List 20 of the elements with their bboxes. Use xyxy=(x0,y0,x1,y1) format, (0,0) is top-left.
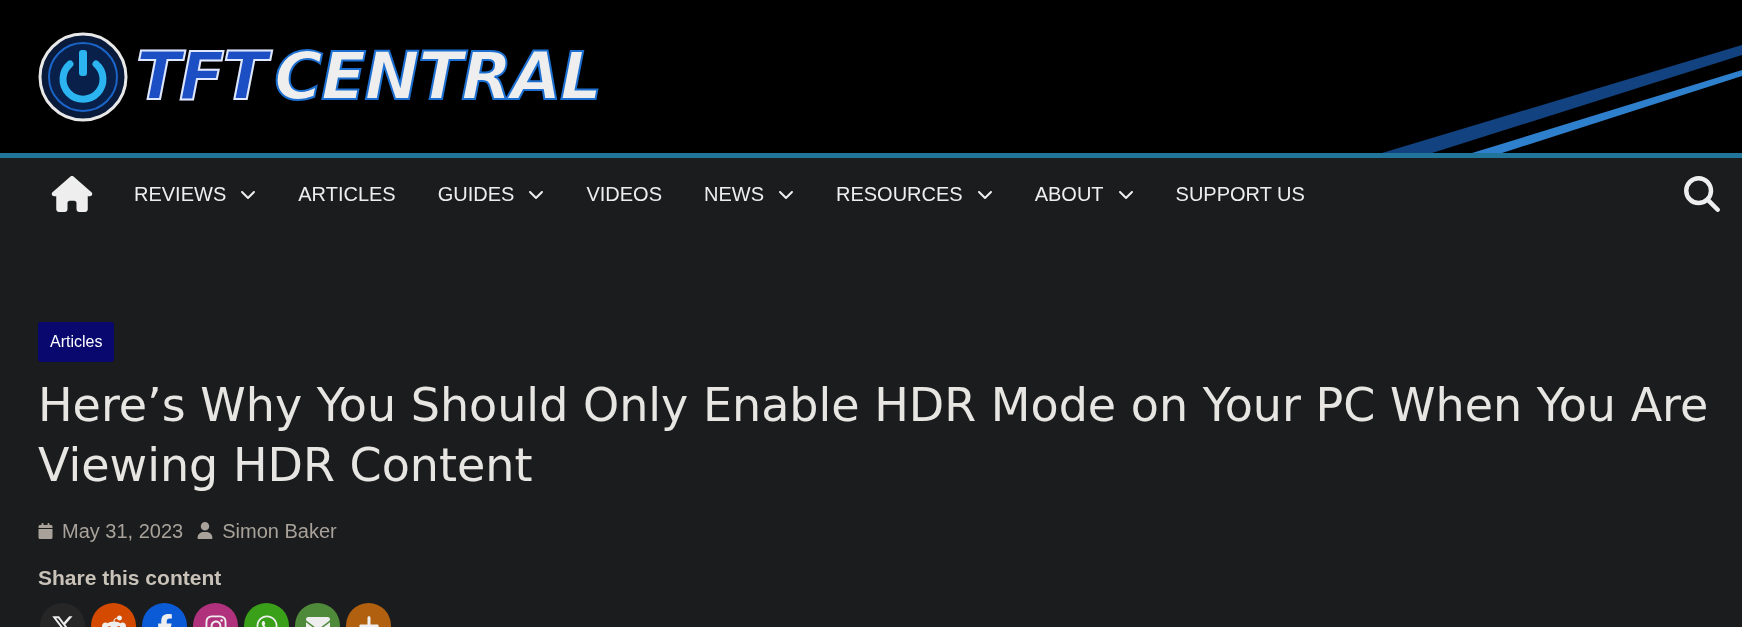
article-title: Here’s Why You Should Only Enable HDR Mode on Your PC When You Are Viewing HDR Content xyxy=(38,377,1710,494)
nav-link[interactable]: RESOURCES xyxy=(835,179,993,209)
nav-link[interactable]: REVIEWS xyxy=(134,179,257,209)
nav-link[interactable]: NEWS xyxy=(703,179,794,209)
share-heading: Share this content xyxy=(38,564,223,591)
home-icon[interactable] xyxy=(50,176,94,212)
user-icon xyxy=(197,522,214,540)
site-logo[interactable]: TFTCENTRAL xyxy=(38,31,601,122)
post-date: May 31, 2023 xyxy=(62,518,184,544)
nav-link[interactable]: VIDEOS xyxy=(586,179,662,209)
search-icon[interactable] xyxy=(1684,176,1720,212)
nav-link[interactable]: SUPPORT US xyxy=(1175,179,1305,209)
logo-text: TFTCENTRAL xyxy=(136,43,601,110)
calendar-icon xyxy=(38,522,53,539)
author-link[interactable]: Simon Baker xyxy=(222,515,337,546)
nav-link[interactable]: GUIDES xyxy=(437,179,545,209)
category-tag[interactable]: Articles xyxy=(38,322,115,362)
power-icon xyxy=(38,31,128,122)
nav-link[interactable]: ABOUT xyxy=(1034,179,1134,209)
nav-link[interactable]: ARTICLES xyxy=(298,179,396,209)
